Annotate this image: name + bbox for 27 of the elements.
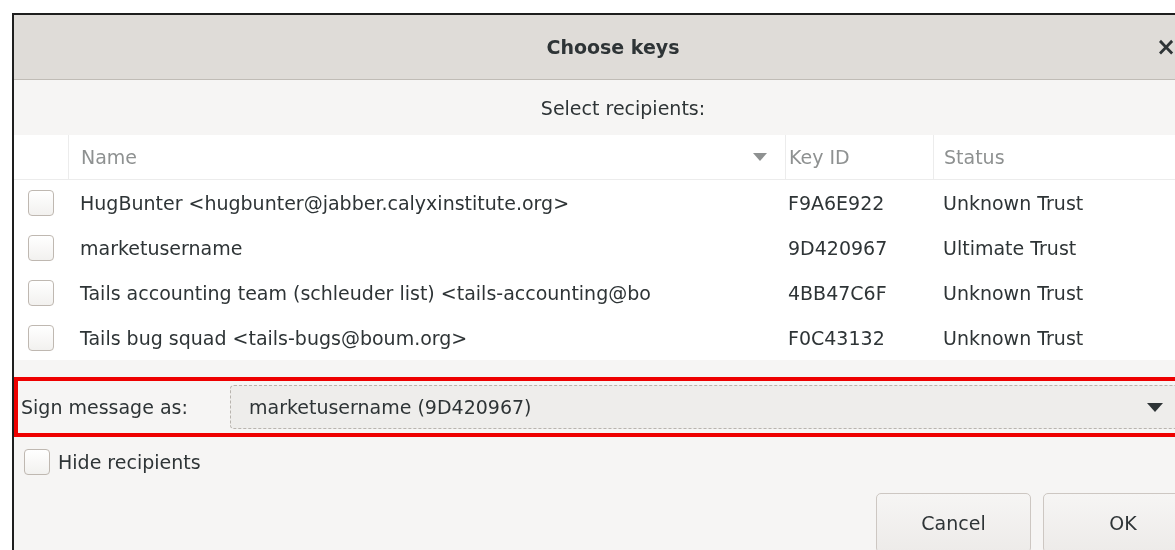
table-cell-text: 4BB47C6F xyxy=(787,281,888,304)
row-checkbox[interactable] xyxy=(28,324,54,351)
table-cell-text: Unknown Trust xyxy=(942,326,1085,349)
dialog-button[interactable]: Cancel xyxy=(876,493,1031,550)
row-checkbox[interactable] xyxy=(28,189,54,216)
table-cell-text: F9A6E922 xyxy=(787,191,886,214)
table-cell-text: Tails bug squad <tails-bugs@boum.org> xyxy=(79,326,469,349)
sign-label: Sign message as: xyxy=(21,396,189,418)
row-checkbox[interactable] xyxy=(28,234,54,261)
table-cell-text: Unknown Trust xyxy=(942,191,1085,214)
close-button[interactable]: × xyxy=(1151,33,1175,61)
table-cell-text: Ultimate Trust xyxy=(942,236,1078,259)
table-cell-text: marketusername xyxy=(79,236,244,259)
table-cell-text: Tails accounting team (schleuder list) <tails-accounting@bo xyxy=(79,281,652,304)
checkbox-label: Hide recipients xyxy=(58,451,201,473)
table-cell-text: HugBunter <hugbunter@jabber.calyxinstitute.org> xyxy=(79,191,571,214)
table-cell-text: Unknown Trust xyxy=(942,281,1085,304)
dropdown-arrow-icon xyxy=(1147,402,1163,412)
signer-dropdown[interactable]: marketusername (9D420967) xyxy=(230,385,1175,429)
dialog-button[interactable]: OK xyxy=(1043,493,1175,550)
sort-arrow-icon xyxy=(753,153,767,161)
table-cell-text: 9D420967 xyxy=(787,236,889,259)
prompt-text: Select recipients: xyxy=(539,95,707,121)
row-checkbox[interactable] xyxy=(28,279,54,306)
hide-checkbox[interactable] xyxy=(24,449,50,475)
table-cell-text: F0C43132 xyxy=(787,326,886,349)
window-title: Choose keys xyxy=(546,36,680,58)
